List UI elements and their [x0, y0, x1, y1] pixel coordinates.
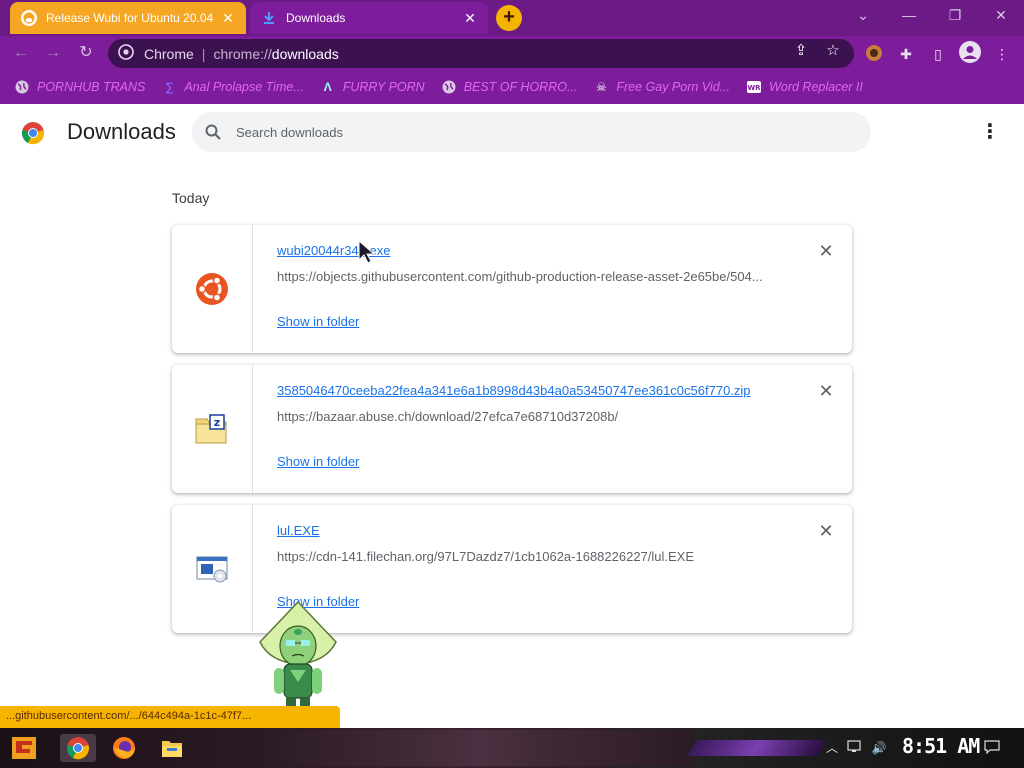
- profile-avatar-icon[interactable]: [958, 41, 982, 65]
- bookmark-label: Word Replacer II: [769, 80, 863, 94]
- minimize-button[interactable]: —: [886, 0, 932, 30]
- bookmark-item[interactable]: ∑ Anal Prolapse Time...: [161, 79, 304, 95]
- file-icon-column: [172, 505, 253, 633]
- volume-icon[interactable]: 🔊: [870, 740, 888, 756]
- omnibox-scheme: chrome://: [213, 45, 272, 62]
- omnibox-path: downloads: [271, 45, 339, 62]
- reload-button[interactable]: ↻: [75, 42, 97, 64]
- chrome-site-icon: [118, 44, 134, 63]
- taskbar-wallpaper-strip: [264, 730, 694, 766]
- globe-icon: [441, 79, 457, 95]
- download-icon: [260, 9, 278, 27]
- bookmark-skull-icon: ☠: [595, 80, 607, 94]
- chrome-logo-icon: [21, 121, 45, 145]
- mouse-cursor-icon: [357, 239, 377, 264]
- tab-title: Release Wubi for Ubuntu 20.04: [46, 11, 214, 25]
- address-bar[interactable]: Chrome | chrome://downloads: [108, 39, 854, 68]
- start-icon[interactable]: [10, 734, 38, 762]
- tab-downloads[interactable]: Downloads ✕: [250, 2, 488, 34]
- search-input[interactable]: [236, 112, 836, 152]
- taskbar-accent-stripe: [687, 740, 827, 756]
- download-item: z 3585046470ceeba22fea4a341e6a1b8998d43b…: [172, 365, 852, 493]
- downloads-header: Downloads ⋮: [0, 104, 1024, 160]
- restore-button[interactable]: ❐: [932, 0, 978, 30]
- bookmark-lambda-icon: Λ: [323, 80, 332, 94]
- bookmark-label: Free Gay Porn Vid...: [616, 80, 731, 94]
- tab-github-release[interactable]: Release Wubi for Ubuntu 20.04 ✕: [10, 2, 246, 34]
- download-source-url[interactable]: https://bazaar.abuse.ch/download/27efca7…: [277, 409, 777, 424]
- bookmark-label: BEST OF HORRO...: [463, 80, 578, 94]
- bookmark-label: Anal Prolapse Time...: [184, 80, 304, 94]
- bookmark-item[interactable]: WR Word Replacer II: [746, 79, 863, 95]
- downloads-page: Downloads ⋮ Today wubi20044r344.exe ht: [0, 104, 1024, 728]
- bookmark-item[interactable]: PORNHUB TRANS: [14, 79, 145, 95]
- omnibox-separator: |: [201, 45, 206, 62]
- date-group-label: Today: [172, 190, 210, 206]
- remove-download-icon[interactable]: ✕: [816, 381, 836, 401]
- page-title: Downloads: [67, 119, 176, 144]
- extensions-puzzle-icon[interactable]: ✚: [896, 44, 916, 64]
- tab-close-icon[interactable]: ✕: [462, 10, 478, 26]
- notifications-icon[interactable]: [982, 740, 1002, 756]
- bookmark-wr-icon: WR: [746, 79, 762, 95]
- status-url-bubble: ...githubusercontent.com/.../644c494a-1c…: [0, 706, 340, 728]
- remove-download-icon[interactable]: ✕: [816, 241, 836, 261]
- tab-search-icon[interactable]: ⌄: [840, 0, 886, 30]
- search-icon: [204, 123, 222, 141]
- download-filename-link[interactable]: 3585046470ceeba22fea4a341e6a1b8998d43b4a…: [277, 383, 751, 398]
- globe-icon: [14, 79, 30, 95]
- more-options-icon[interactable]: ⋮: [978, 120, 1002, 144]
- firefox-icon[interactable]: [110, 734, 138, 762]
- bookmark-label: PORNHUB TRANS: [37, 80, 146, 94]
- bookmark-star-icon[interactable]: ☆: [824, 42, 842, 60]
- chrome-icon[interactable]: [60, 734, 96, 762]
- download-source-url[interactable]: https://cdn-141.filechan.org/97L7Dazdz7/…: [277, 549, 777, 564]
- github-icon: [20, 9, 38, 27]
- file-icon-column: z: [172, 365, 253, 493]
- remove-download-icon[interactable]: ✕: [816, 521, 836, 541]
- svg-text:WR: WR: [748, 84, 762, 92]
- download-item: wubi20044r344.exe https://objects.github…: [172, 225, 852, 353]
- download-source-url[interactable]: https://objects.githubusercontent.com/gi…: [277, 269, 777, 284]
- file-icon-column: [172, 225, 253, 353]
- bookmark-sigma-icon: ∑: [165, 80, 174, 94]
- show-in-folder-link[interactable]: Show in folder: [277, 314, 359, 329]
- side-panel-icon[interactable]: ▯: [928, 44, 948, 64]
- taskbar: ︿ 🔊 8:51 AM: [0, 728, 1024, 768]
- back-button[interactable]: ←: [10, 42, 32, 64]
- bookmark-label: FURRY PORN: [342, 80, 425, 94]
- bookmark-item[interactable]: BEST OF HORRO...: [441, 79, 578, 95]
- bookmark-item[interactable]: Λ FURRY PORN: [320, 79, 425, 95]
- file-explorer-icon[interactable]: [158, 734, 186, 762]
- ubuntu-icon: [194, 271, 230, 307]
- share-icon[interactable]: ⇪: [792, 42, 810, 60]
- chrome-menu-icon[interactable]: ⋮: [992, 44, 1012, 64]
- new-tab-button[interactable]: +: [496, 5, 522, 31]
- toolbar: ← → ↻ Chrome | chrome://downloads ⇪ ☆ ✚ …: [0, 36, 1024, 70]
- search-bar[interactable]: [192, 112, 871, 152]
- omnibox-site-chip: Chrome: [144, 45, 194, 62]
- exe-setup-icon: [194, 551, 230, 587]
- tab-strip: Release Wubi for Ubuntu 20.04 ✕ Download…: [0, 0, 1024, 36]
- tray-overflow-icon[interactable]: ︿: [826, 740, 838, 756]
- forward-button[interactable]: →: [42, 42, 64, 64]
- extension-avatar-icon[interactable]: [864, 44, 884, 64]
- tab-close-icon[interactable]: ✕: [220, 10, 236, 26]
- svg-text:z: z: [214, 416, 220, 429]
- network-icon[interactable]: [846, 740, 864, 756]
- show-in-folder-link[interactable]: Show in folder: [277, 454, 359, 469]
- download-filename-link[interactable]: lul.EXE: [277, 523, 320, 538]
- tab-title: Downloads: [286, 11, 346, 25]
- zip-folder-icon: z: [194, 411, 230, 447]
- bookmark-item[interactable]: ☠ Free Gay Porn Vid...: [593, 79, 730, 95]
- bookmarks-bar: PORNHUB TRANS ∑ Anal Prolapse Time... Λ …: [0, 70, 1024, 104]
- taskbar-clock[interactable]: 8:51 AM: [902, 734, 980, 758]
- close-window-button[interactable]: ✕: [978, 0, 1024, 30]
